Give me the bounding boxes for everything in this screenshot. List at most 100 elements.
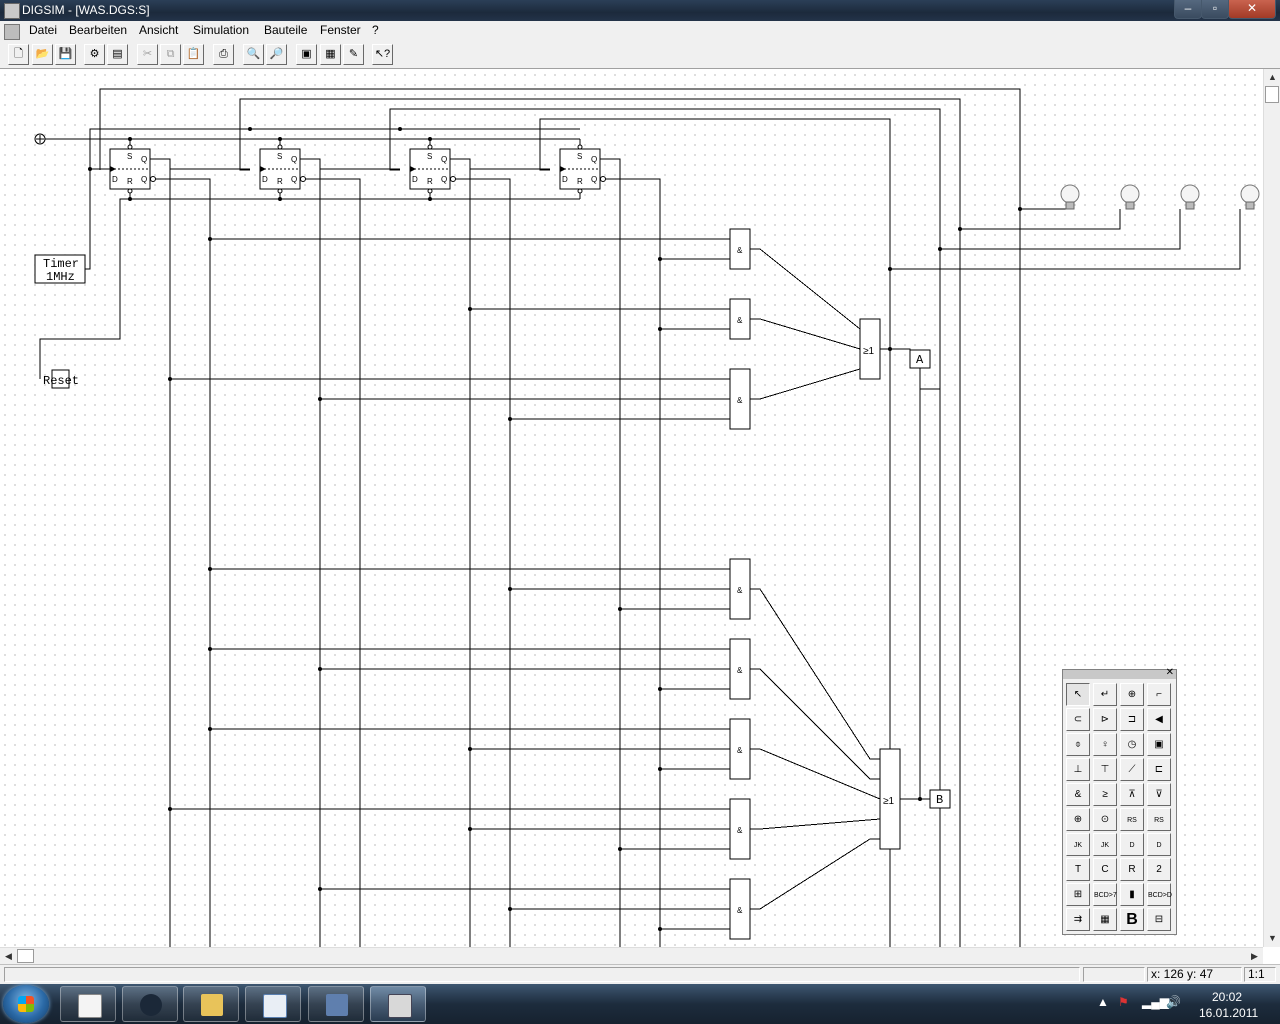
menu-bauteile[interactable]: Bauteile (264, 23, 307, 37)
menu-datei[interactable]: Datei (29, 23, 57, 37)
relay-icon[interactable]: ⊏ (1147, 758, 1171, 781)
and-gate[interactable]: & (729, 638, 751, 700)
zoom-out-icon[interactable]: 🔎 (266, 44, 287, 65)
jk-clocked-icon[interactable]: JK (1093, 833, 1117, 856)
and-gate[interactable]: & (729, 878, 751, 940)
vertical-scroll-thumb[interactable] (1265, 86, 1279, 103)
and-gate[interactable]: & (729, 368, 751, 430)
and-gate[interactable]: & (729, 228, 751, 270)
bcd-dec-icon[interactable]: BCD>D (1147, 883, 1172, 906)
taskbar-app-explorer[interactable] (183, 986, 239, 1022)
and-gate[interactable]: & (729, 718, 751, 780)
clock-input-icon[interactable]: ⊂ (1066, 708, 1090, 731)
input-pin[interactable] (34, 133, 46, 145)
switch-icon[interactable]: ⌽ (1066, 733, 1090, 756)
inverter-icon[interactable]: ⊳ (1093, 708, 1117, 731)
xor-icon[interactable]: ⊕ (1066, 808, 1090, 831)
display-icon[interactable]: ▣ (1147, 733, 1171, 756)
flipflop-2[interactable]: S Q D R Q (259, 144, 306, 194)
tap-icon[interactable]: ⊤ (1093, 758, 1117, 781)
taskbar-app-steam[interactable] (122, 986, 178, 1022)
and-gate[interactable]: & (729, 298, 751, 340)
horizontal-scrollbar[interactable]: ◀ ▶ (0, 947, 1263, 964)
component-palette[interactable]: ✕ ↖ ↵ ⊕ ⌐ ⊂ ⊳ ⊐ ◀ ⌽ ♀ ◷ ▣ ⊥ ⊤ ⟋ ⊏ & ≥ ⊼ ⊽ ⊕ ⊙ RS RS JK JK D D T C R 2 ⊞ B… (1062, 668, 1177, 935)
scroll-down-icon[interactable]: ▼ (1264, 930, 1280, 947)
tray-expand-icon[interactable]: ▲ (1097, 995, 1109, 1009)
palette-titlebar[interactable]: ✕ (1063, 668, 1176, 679)
clock-date[interactable]: 16.01.2011 (1199, 1006, 1258, 1020)
buffer-icon[interactable]: ⊐ (1120, 708, 1144, 731)
close-button[interactable]: ✕ (1228, 0, 1276, 19)
nand-icon[interactable]: ⊼ (1120, 783, 1144, 806)
save-icon[interactable]: 💾 (55, 44, 76, 65)
lamp-1[interactable] (1060, 184, 1080, 210)
t-flipflop-icon[interactable]: T (1066, 858, 1090, 881)
copy-icon[interactable]: ⧉ (160, 44, 181, 65)
scroll-right-icon[interactable]: ▶ (1246, 948, 1263, 965)
register-icon[interactable]: R (1120, 858, 1144, 881)
output-icon[interactable]: ◀ (1147, 708, 1171, 731)
open-icon[interactable]: 📂 (32, 44, 53, 65)
or-gate-icon[interactable]: ≥ (1093, 783, 1117, 806)
help-pointer-icon[interactable]: ↖? (372, 44, 393, 65)
rs-flipflop-icon[interactable]: RS (1120, 808, 1144, 831)
scroll-up-icon[interactable]: ▲ (1264, 69, 1280, 86)
maximize-button[interactable]: ▫ (1201, 0, 1229, 19)
diagram-icon[interactable]: ▣ (296, 44, 317, 65)
xnor-icon[interactable]: ⊙ (1093, 808, 1117, 831)
start-button[interactable] (3, 985, 49, 1023)
flipflop-4[interactable]: S Q D R Q (559, 144, 606, 194)
mux-icon[interactable]: ⇉ (1066, 908, 1090, 931)
lamp-2[interactable] (1120, 184, 1140, 210)
or-gate-a[interactable]: ≥1 (859, 318, 881, 380)
cut-icon[interactable]: ✂ (137, 44, 158, 65)
two-input-icon[interactable]: 2 (1147, 858, 1171, 881)
bcd-7seg-icon[interactable]: BCD>7 (1093, 883, 1117, 906)
led-display-icon[interactable]: ▮ (1120, 883, 1144, 906)
step-icon[interactable]: ⌐ (1147, 683, 1171, 706)
volume-icon[interactable]: 🔊 (1166, 995, 1181, 1009)
grid-icon[interactable]: ▦ (320, 44, 341, 65)
component-icon[interactable]: ⚙ (84, 44, 105, 65)
timer-block[interactable]: Timer 1MHz (34, 254, 86, 284)
output-b[interactable]: B (929, 789, 951, 809)
nor-icon[interactable]: ⊽ (1147, 783, 1171, 806)
memory-icon[interactable]: ▦ (1093, 908, 1117, 931)
bus-icon[interactable]: ⊟ (1147, 908, 1171, 931)
new-icon[interactable]: 🗋 (8, 44, 29, 65)
wire-icon[interactable]: ✎ (343, 44, 364, 65)
menu-fenster[interactable]: Fenster (320, 23, 361, 37)
vertical-scrollbar[interactable]: ▲ ▼ (1263, 69, 1280, 947)
menu-simulation[interactable]: Simulation (193, 23, 249, 37)
and-gate[interactable]: & (729, 558, 751, 620)
input-pin-icon[interactable]: ⊕ (1120, 683, 1144, 706)
zoom-in-icon[interactable]: 🔍 (243, 44, 264, 65)
menu-ansicht[interactable]: Ansicht (139, 23, 178, 37)
wire-tool-icon[interactable]: ↵ (1093, 683, 1117, 706)
and-gate[interactable]: & (729, 798, 751, 860)
or-gate-b[interactable]: ≥1 (879, 748, 901, 850)
clock-icon[interactable]: ◷ (1120, 733, 1144, 756)
d-clocked-icon[interactable]: D (1147, 833, 1171, 856)
reset-input[interactable]: Reset (43, 369, 79, 389)
and-gate-icon[interactable]: & (1066, 783, 1090, 806)
rs-clocked-icon[interactable]: RS (1147, 808, 1171, 831)
lamp-3[interactable] (1180, 184, 1200, 210)
jk-flipflop-icon[interactable]: JK (1066, 833, 1090, 856)
output-a[interactable]: A (909, 349, 931, 369)
counter-icon[interactable]: C (1093, 858, 1117, 881)
list-icon[interactable]: ▤ (107, 44, 128, 65)
bold-b-icon[interactable]: B (1120, 908, 1144, 931)
print-icon[interactable]: ⎙ (213, 44, 234, 65)
flipflop-1[interactable]: S Q D R Q (109, 144, 156, 194)
paste-icon[interactable]: 📋 (183, 44, 204, 65)
clock-time[interactable]: 20:02 (1212, 990, 1242, 1004)
d-flipflop-icon[interactable]: D (1120, 833, 1144, 856)
taskbar-app-notepad[interactable] (60, 986, 116, 1022)
lamp-4[interactable] (1240, 184, 1260, 210)
lamp-icon[interactable]: ♀ (1093, 733, 1117, 756)
button-icon[interactable]: ⊥ (1066, 758, 1090, 781)
taskbar-app-digsim[interactable] (370, 986, 426, 1022)
horizontal-scroll-thumb[interactable] (17, 949, 34, 963)
pointer-icon[interactable]: ↖ (1066, 683, 1090, 706)
